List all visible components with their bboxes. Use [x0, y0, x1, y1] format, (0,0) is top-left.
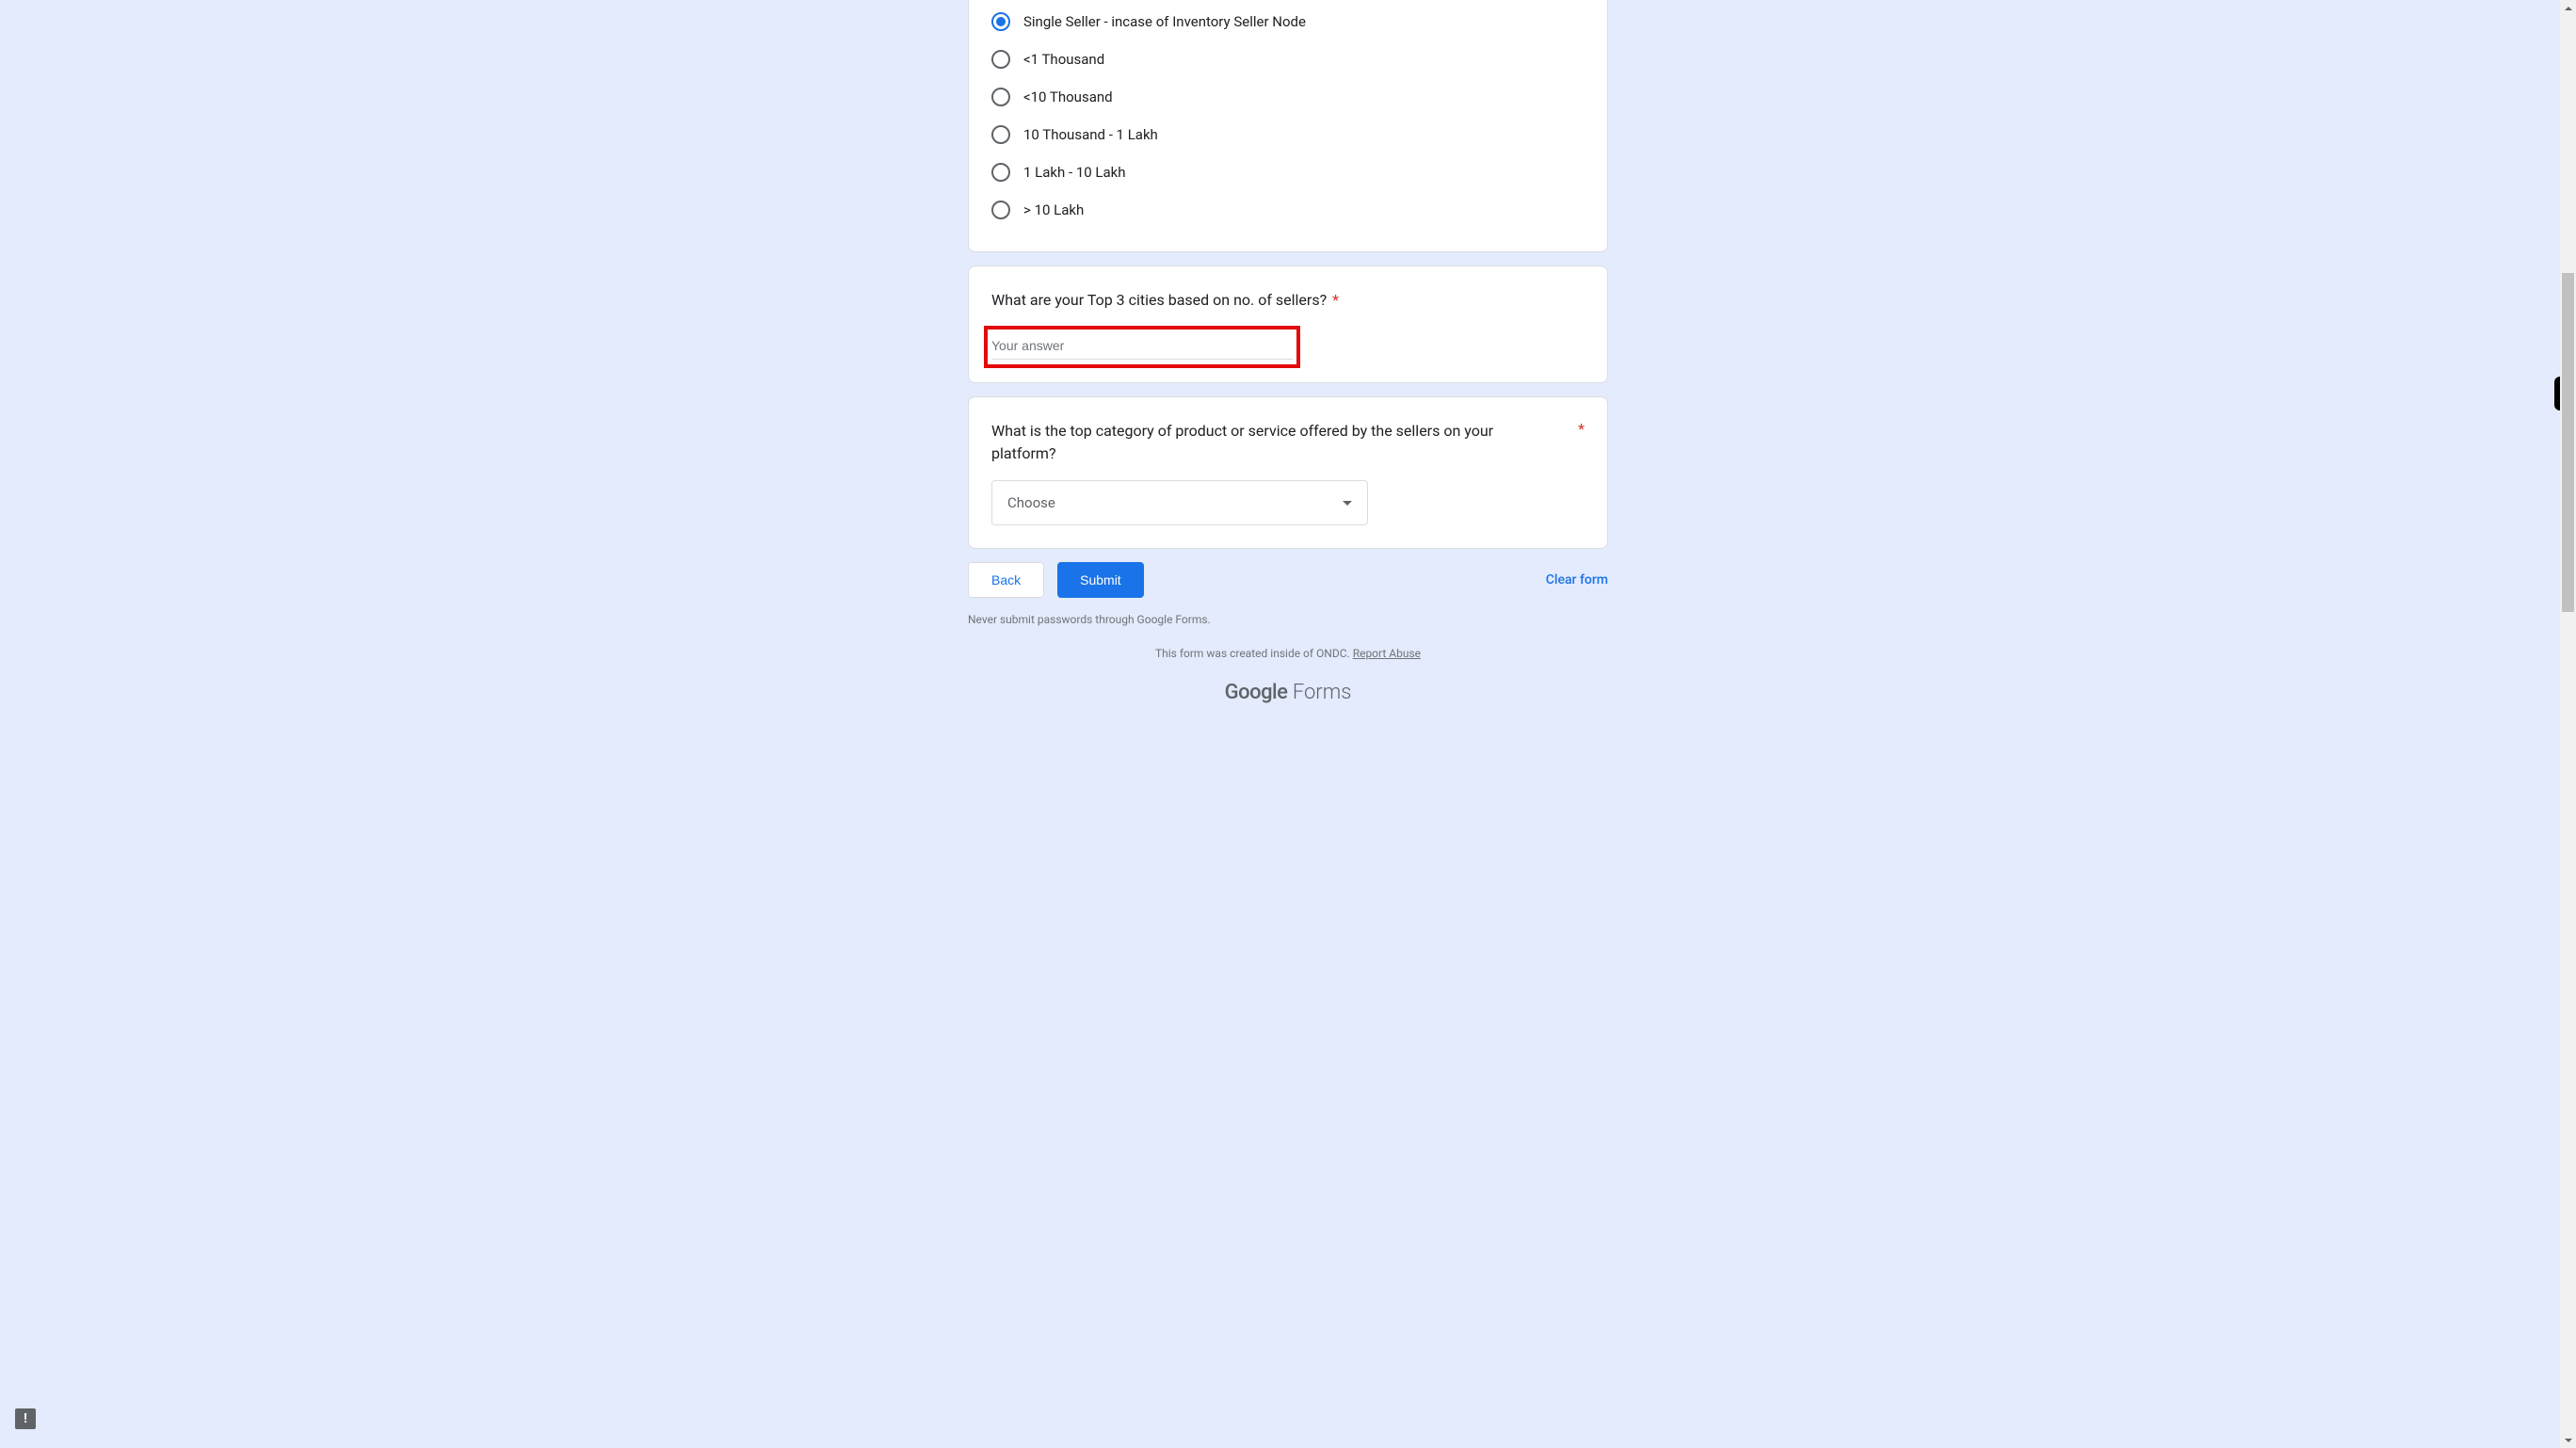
footer-text: This form was created inside of ONDC. Re… [968, 647, 1608, 660]
radio-label: > 10 Lakh [1023, 201, 1084, 218]
report-abuse-link[interactable]: Report Abuse [1353, 647, 1421, 660]
question-card-top-cities: What are your Top 3 cities based on no. … [968, 265, 1608, 383]
question-title: What are your Top 3 cities based on no. … [991, 289, 1585, 312]
button-row: Back Submit Clear form [968, 562, 1608, 598]
text-input-wrapper [991, 334, 1293, 360]
password-disclaimer: Never submit passwords through Google Fo… [968, 613, 1608, 626]
footer-prefix: This form was created inside of ONDC. [1155, 647, 1353, 660]
radio-option-gt-10lakh[interactable]: > 10 Lakh [991, 191, 1585, 229]
chevron-down-icon [1343, 501, 1352, 506]
radio-icon [991, 12, 1010, 31]
cities-input[interactable] [991, 334, 1293, 360]
question-text: What is the top category of product or s… [991, 422, 1493, 462]
required-asterisk: * [1578, 420, 1585, 438]
clear-form-link[interactable]: Clear form [1546, 572, 1608, 587]
radio-option-10k-1lakh[interactable]: 10 Thousand - 1 Lakh [991, 116, 1585, 153]
radio-label: 10 Thousand - 1 Lakh [1023, 126, 1158, 143]
radio-icon [991, 88, 1010, 106]
radio-option-1lakh-10lakh[interactable]: 1 Lakh - 10 Lakh [991, 153, 1585, 191]
forms-logo-text: Forms [1287, 681, 1351, 704]
report-problem-icon[interactable] [15, 1408, 36, 1429]
radio-icon [991, 163, 1010, 182]
category-dropdown[interactable]: Choose [991, 480, 1368, 525]
scrollbar-arrow-down-icon[interactable] [2560, 1432, 2576, 1448]
question-card-top-category: What is the top category of product or s… [968, 396, 1608, 549]
button-group-left: Back Submit [968, 562, 1144, 598]
form-container: Single Seller - incase of Inventory Sell… [968, 0, 1608, 704]
side-tab-handle[interactable] [2554, 377, 2560, 410]
google-logo-text: Google [1225, 681, 1288, 704]
scrollbar-arrow-up-icon[interactable] [2560, 0, 2576, 16]
scrollbar-track[interactable] [2560, 0, 2576, 1448]
radio-icon [991, 201, 1010, 219]
back-button[interactable]: Back [968, 562, 1044, 598]
radio-label: <1 Thousand [1023, 51, 1104, 68]
question-text: What are your Top 3 cities based on no. … [991, 291, 1327, 309]
dropdown-placeholder: Choose [1007, 494, 1055, 511]
radio-option-single-seller[interactable]: Single Seller - incase of Inventory Sell… [991, 3, 1585, 40]
question-title: What is the top category of product or s… [991, 420, 1528, 465]
google-forms-logo[interactable]: Google Forms [968, 681, 1608, 704]
radio-label: Single Seller - incase of Inventory Sell… [1023, 13, 1306, 30]
radio-icon [991, 125, 1010, 144]
radio-option-10-thousand[interactable]: <10 Thousand [991, 78, 1585, 116]
question-card-seller-count: Single Seller - incase of Inventory Sell… [968, 0, 1608, 252]
scrollbar-thumb[interactable] [2562, 273, 2574, 612]
submit-button[interactable]: Submit [1057, 562, 1144, 598]
required-asterisk: * [1332, 291, 1339, 309]
radio-option-1-thousand[interactable]: <1 Thousand [991, 40, 1585, 78]
radio-icon [991, 50, 1010, 69]
radio-label: 1 Lakh - 10 Lakh [1023, 164, 1126, 181]
radio-label: <10 Thousand [1023, 88, 1113, 105]
